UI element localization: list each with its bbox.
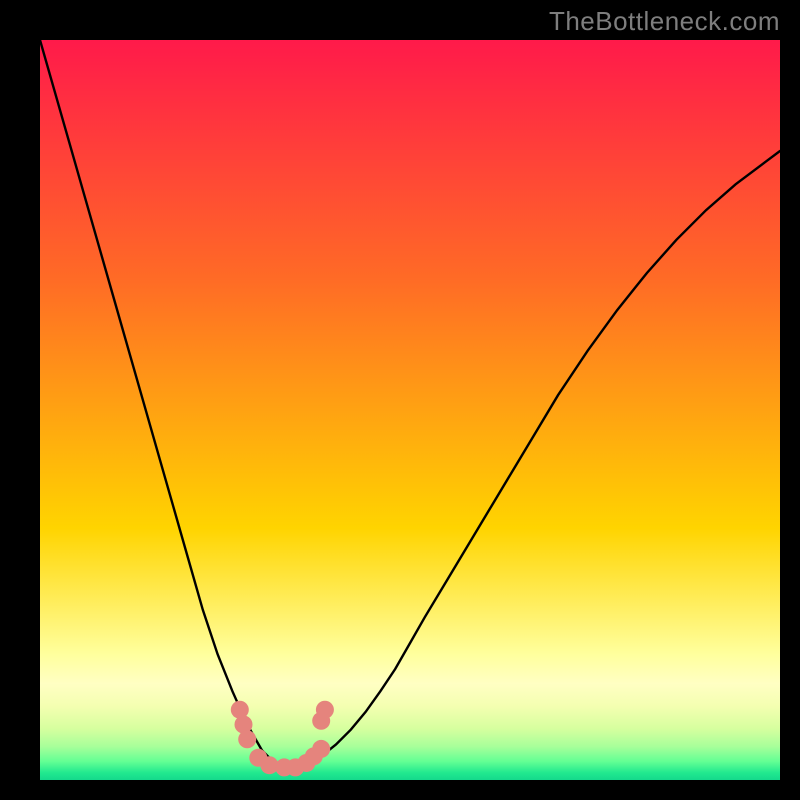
- bottleneck-curve: [40, 40, 780, 768]
- curve-markers: [231, 701, 334, 777]
- curve-marker: [312, 740, 330, 758]
- plot-area: [40, 40, 780, 780]
- curve-layer: [40, 40, 780, 780]
- watermark-text: TheBottleneck.com: [549, 6, 780, 37]
- chart-frame: TheBottleneck.com: [0, 0, 800, 800]
- curve-marker: [238, 730, 256, 748]
- curve-marker: [316, 701, 334, 719]
